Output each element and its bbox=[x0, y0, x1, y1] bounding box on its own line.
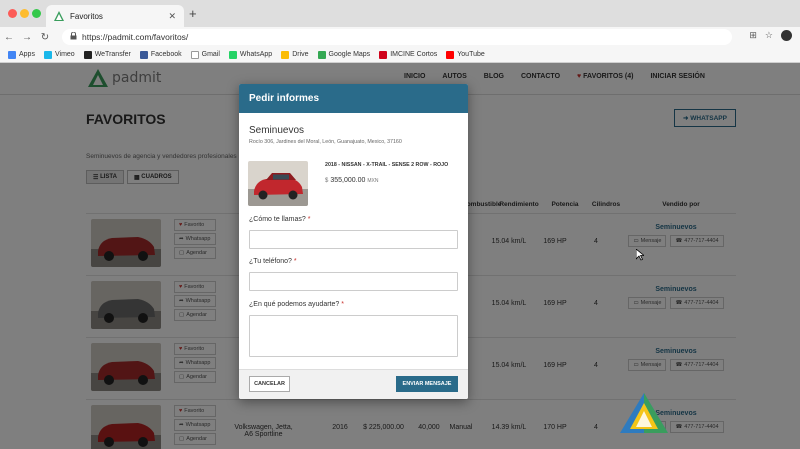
phone-label: ¿Tu teléfono? * bbox=[249, 258, 297, 265]
bookmark-label: Google Maps bbox=[328, 51, 371, 58]
minimize-window-button[interactable] bbox=[20, 9, 29, 18]
help-label: ¿En qué podemos ayudarte? * bbox=[249, 301, 344, 308]
bookmark-label: YouTube bbox=[457, 51, 485, 58]
phone-label-text: ¿Tu teléfono? bbox=[249, 258, 292, 265]
bookmark-item[interactable]: Facebook bbox=[139, 50, 182, 59]
modal-header: Pedir informes bbox=[239, 84, 468, 113]
send-message-button[interactable]: ENVIAR MENSAJE bbox=[396, 376, 458, 392]
translate-icon[interactable]: ⊞ bbox=[749, 30, 757, 41]
bookmark-label: WeTransfer bbox=[94, 51, 131, 58]
phone-input[interactable] bbox=[249, 272, 458, 291]
car-price: $ 355,000.00 MXN bbox=[325, 177, 379, 184]
new-tab-button[interactable]: + bbox=[189, 7, 197, 21]
bookmark-label: Facebook bbox=[150, 51, 182, 58]
bookmark-item[interactable]: WeTransfer bbox=[83, 50, 131, 59]
bookmark-item[interactable]: WhatsApp bbox=[228, 50, 273, 59]
bookmark-icon bbox=[228, 50, 237, 59]
help-label-text: ¿En qué podemos ayudarte? bbox=[249, 301, 340, 308]
required-mark: * bbox=[293, 258, 297, 265]
omnibox[interactable]: https://padmit.com/favoritos/ bbox=[62, 29, 732, 45]
required-mark: * bbox=[307, 216, 311, 223]
bookmark-star-icon[interactable]: ☆ bbox=[765, 30, 773, 41]
bookmark-icon bbox=[43, 50, 52, 59]
cancel-button[interactable]: CANCELAR bbox=[249, 376, 290, 392]
request-info-modal: Pedir informes Seminuevos Rocío 306, Jar… bbox=[239, 84, 468, 399]
maximize-window-button[interactable] bbox=[32, 9, 41, 18]
required-mark: * bbox=[341, 301, 344, 308]
seller-address: Rocío 306, Jardines del Moral, León, Gua… bbox=[249, 139, 402, 145]
back-icon[interactable]: ← bbox=[0, 32, 18, 43]
bookmark-item[interactable]: IMCINE Cortos bbox=[379, 50, 438, 59]
address-bar-row: ← → ↻ https://padmit.com/favoritos/ ⊞ ☆ bbox=[0, 27, 800, 47]
message-textarea[interactable] bbox=[249, 315, 458, 357]
name-label: ¿Cómo te llamas? * bbox=[249, 216, 310, 223]
modal-title: Pedir informes bbox=[249, 93, 320, 104]
bookmark-label: Apps bbox=[19, 51, 35, 58]
tab-title: Favoritos bbox=[70, 11, 103, 21]
bookmark-item[interactable]: Apps bbox=[8, 50, 35, 59]
browser-tab[interactable]: Favoritos ✕ bbox=[46, 5, 184, 27]
bookmark-icon bbox=[446, 50, 455, 59]
profile-avatar[interactable] bbox=[781, 30, 792, 41]
bookmark-icon bbox=[281, 50, 290, 59]
browser-tab-bar: Favoritos ✕ + bbox=[0, 0, 800, 27]
price-value: 355,000.00 bbox=[330, 177, 366, 184]
close-window-button[interactable] bbox=[8, 9, 17, 18]
padmit-watermark-icon bbox=[620, 393, 668, 435]
bookmark-label: WhatsApp bbox=[239, 51, 273, 58]
bookmark-icon bbox=[379, 50, 388, 59]
bookmark-icon bbox=[317, 50, 326, 59]
bookmark-item[interactable]: Vimeo bbox=[43, 50, 75, 59]
modal-footer: CANCELAR ENVIAR MENSAJE bbox=[239, 369, 468, 399]
car-image bbox=[248, 161, 308, 206]
price-symbol: $ bbox=[325, 178, 329, 184]
bookmark-item[interactable]: Google Maps bbox=[317, 50, 371, 59]
bookmark-item[interactable]: Gmail bbox=[190, 50, 220, 59]
forward-icon[interactable]: → bbox=[18, 32, 36, 43]
bookmarks-bar: Apps Vimeo WeTransfer Facebook Gmail WhatsApp… bbox=[0, 47, 800, 63]
name-label-text: ¿Cómo te llamas? bbox=[249, 216, 306, 223]
bookmark-item[interactable]: YouTube bbox=[446, 50, 485, 59]
url-text: https://padmit.com/favoritos/ bbox=[82, 32, 189, 42]
modal-body: Seminuevos Rocío 306, Jardines del Moral… bbox=[239, 113, 468, 369]
padmit-favicon-icon bbox=[54, 11, 64, 21]
bookmark-icon bbox=[8, 50, 16, 59]
bookmark-label: Gmail bbox=[201, 51, 220, 58]
reload-icon[interactable]: ↻ bbox=[36, 32, 54, 43]
lock-icon bbox=[70, 31, 77, 42]
price-currency: MXN bbox=[367, 178, 379, 184]
bookmark-icon bbox=[83, 50, 92, 59]
bookmark-icon bbox=[139, 50, 148, 59]
mouse-pointer-icon bbox=[635, 248, 646, 263]
close-tab-icon[interactable]: ✕ bbox=[168, 11, 176, 22]
bookmark-item[interactable]: Drive bbox=[281, 50, 309, 59]
car-description: 2018 - NISSAN - X-TRAIL - SENSE 2 ROW - … bbox=[325, 162, 449, 168]
name-input[interactable] bbox=[249, 230, 458, 249]
bookmark-icon bbox=[190, 50, 199, 59]
bookmark-label: IMCINE Cortos bbox=[390, 51, 438, 58]
bookmark-label: Vimeo bbox=[54, 51, 75, 58]
seller-name: Seminuevos bbox=[249, 125, 305, 136]
bookmark-label: Drive bbox=[292, 51, 309, 58]
